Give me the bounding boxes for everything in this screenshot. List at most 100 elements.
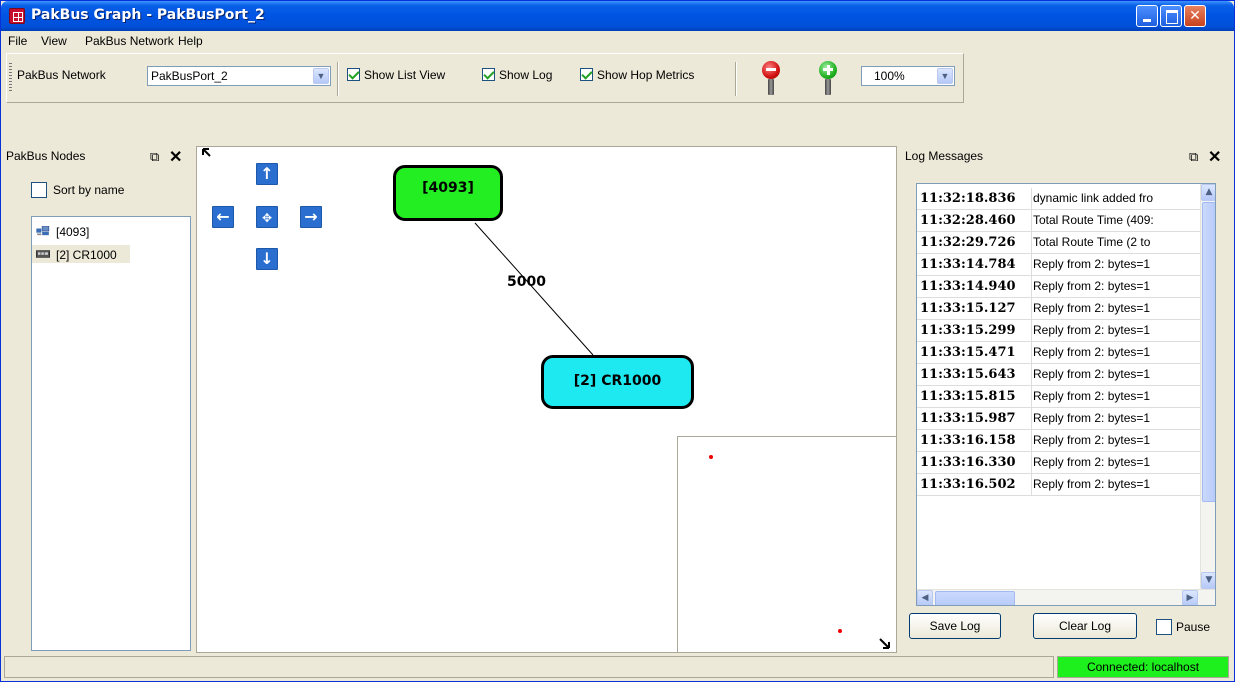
- log-row[interactable]: 11:33:14.784 Reply from 2: bytes=1: [917, 254, 1200, 276]
- menu-pakbus-network[interactable]: PakBus Network: [85, 34, 174, 48]
- log-time: 11:33:15.299: [917, 320, 1032, 342]
- sort-by-name-label: Sort by name: [53, 183, 125, 197]
- scroll-down-icon[interactable]: ▼: [1201, 572, 1215, 589]
- log-row[interactable]: 11:33:15.471 Reply from 2: bytes=1: [917, 342, 1200, 364]
- tree-item-4093[interactable]: [4093]: [32, 222, 112, 240]
- graph-node-4093[interactable]: [4093]: [393, 165, 503, 221]
- log-row[interactable]: 11:32:28.460 Total Route Time (409:: [917, 210, 1200, 232]
- edge-label: 5000: [507, 274, 546, 290]
- zoom-in-button[interactable]: [817, 61, 839, 97]
- log-table[interactable]: 11:32:18.836 dynamic link added fro 11:32:…: [916, 183, 1216, 606]
- overview-node-dot: [709, 455, 713, 459]
- pan-right-button[interactable]: →: [300, 206, 322, 228]
- node-label: [2] CR1000: [573, 373, 662, 389]
- zoom-out-pin-icon: [762, 61, 780, 79]
- log-time: 11:32:28.460: [917, 210, 1032, 232]
- chevron-down-icon[interactable]: ▼: [937, 68, 953, 84]
- pause-label: Pause: [1176, 620, 1211, 634]
- overview-panel[interactable]: [677, 436, 896, 652]
- menu-view[interactable]: View: [41, 34, 67, 48]
- log-row[interactable]: 11:33:16.158 Reply from 2: bytes=1: [917, 430, 1200, 452]
- tree-item-cr1000[interactable]: [2] CR1000: [32, 245, 130, 263]
- title-bar[interactable]: PakBus Graph - PakBusPort_2 ✕: [1, 1, 1234, 31]
- checkbox-box[interactable]: [1156, 619, 1172, 635]
- close-icon[interactable]: ✕: [1208, 147, 1221, 167]
- maximize-icon: [1161, 6, 1181, 26]
- graph-canvas[interactable]: ↑ ← ✥ → ↓ [4093] [2] CR1000 5000: [196, 146, 897, 653]
- graph-node-cr1000[interactable]: [2] CR1000: [541, 355, 694, 409]
- connection-status: Connected: localhost: [1057, 656, 1229, 678]
- log-row[interactable]: 11:33:16.502 Reply from 2: bytes=1: [917, 474, 1200, 496]
- vertical-scrollbar[interactable]: ▲ ▼: [1200, 184, 1215, 589]
- checkbox-box[interactable]: [31, 182, 47, 198]
- pan-up-button[interactable]: ↑: [256, 163, 278, 185]
- close-button[interactable]: ✕: [1184, 5, 1206, 27]
- log-messages-panel: Log Messages ⧉ ✕ 11:32:18.836 dynamic lin…: [899, 146, 1234, 653]
- log-message: Total Route Time (2 to: [1033, 235, 1151, 249]
- log-panel-title: Log Messages: [905, 149, 984, 163]
- log-message: Total Route Time (409:: [1033, 213, 1154, 227]
- checkbox-box[interactable]: [482, 68, 495, 81]
- minimize-button[interactable]: [1136, 5, 1158, 27]
- network-select[interactable]: PakBusPort_2 ▼: [147, 66, 331, 86]
- zoom-select-value: 100%: [874, 69, 905, 83]
- scroll-right-icon[interactable]: ▶: [1182, 590, 1198, 605]
- checkbox-box[interactable]: [347, 68, 360, 81]
- resize-arrow-icon[interactable]: [878, 637, 892, 651]
- zoom-select[interactable]: 100% ▼: [861, 66, 955, 86]
- log-row[interactable]: 11:33:15.127 Reply from 2: bytes=1: [917, 298, 1200, 320]
- log-row[interactable]: 11:33:14.940 Reply from 2: bytes=1: [917, 276, 1200, 298]
- scroll-thumb[interactable]: [1202, 202, 1215, 502]
- save-log-button[interactable]: Save Log: [909, 613, 1001, 639]
- log-row[interactable]: 11:32:29.726 Total Route Time (2 to: [917, 232, 1200, 254]
- log-message: Reply from 2: bytes=1: [1033, 455, 1151, 469]
- log-row[interactable]: 11:33:15.299 Reply from 2: bytes=1: [917, 320, 1200, 342]
- close-icon: ✕: [1189, 8, 1201, 24]
- scroll-thumb[interactable]: [935, 591, 1015, 605]
- log-message: Reply from 2: bytes=1: [1033, 279, 1151, 293]
- log-time: 11:32:18.836: [917, 188, 1032, 210]
- arrow-right-icon: →: [304, 207, 318, 226]
- maximize-button[interactable]: [1160, 5, 1182, 27]
- log-row[interactable]: 11:32:18.836 dynamic link added fro: [917, 188, 1200, 210]
- log-time: 11:33:15.127: [917, 298, 1032, 320]
- nodes-tree[interactable]: [4093] [2] CR1000: [31, 216, 191, 651]
- resize-arrow-icon: [202, 148, 211, 157]
- menu-file[interactable]: File: [8, 34, 27, 48]
- log-row[interactable]: 11:33:15.815 Reply from 2: bytes=1: [917, 386, 1200, 408]
- menu-help[interactable]: Help: [178, 34, 203, 48]
- checkbox-box[interactable]: [580, 68, 593, 81]
- zoom-in-pin-icon: [819, 61, 837, 79]
- log-time: 11:33:15.815: [917, 386, 1032, 408]
- restore-icon[interactable]: ⧉: [150, 149, 159, 165]
- log-time: 11:33:16.330: [917, 452, 1032, 474]
- scroll-up-icon[interactable]: ▲: [1201, 184, 1215, 201]
- toolbar-separator: [735, 62, 737, 96]
- log-message: dynamic link added fro: [1033, 191, 1154, 205]
- center-icon: ✥: [261, 211, 273, 225]
- minimize-icon: [1137, 6, 1157, 26]
- toolbar: PakBus Network PakBusPort_2 ▼ Show List …: [6, 53, 964, 103]
- horizontal-scrollbar[interactable]: ◀ ▶: [917, 589, 1215, 605]
- log-row[interactable]: 11:33:16.330 Reply from 2: bytes=1: [917, 452, 1200, 474]
- scroll-left-icon[interactable]: ◀: [917, 590, 933, 605]
- center-button[interactable]: ✥: [256, 206, 278, 228]
- log-message: Reply from 2: bytes=1: [1033, 301, 1151, 315]
- chevron-down-icon[interactable]: ▼: [313, 68, 329, 84]
- log-row[interactable]: 11:33:15.987 Reply from 2: bytes=1: [917, 408, 1200, 430]
- clear-log-button[interactable]: Clear Log: [1033, 613, 1137, 639]
- datalogger-icon: [36, 250, 50, 258]
- toolbar-gripper[interactable]: [9, 63, 12, 93]
- node-label: [4093]: [422, 180, 474, 196]
- status-message: [4, 656, 1054, 678]
- log-time: 11:33:15.471: [917, 342, 1032, 364]
- window-title: PakBus Graph - PakBusPort_2: [31, 7, 265, 23]
- pan-down-button[interactable]: ↓: [256, 248, 278, 270]
- pan-left-button[interactable]: ←: [212, 206, 234, 228]
- restore-icon[interactable]: ⧉: [1189, 149, 1198, 165]
- log-message: Reply from 2: bytes=1: [1033, 323, 1151, 337]
- zoom-out-button[interactable]: [760, 61, 782, 97]
- log-row[interactable]: 11:33:15.643 Reply from 2: bytes=1: [917, 364, 1200, 386]
- show-hop-metrics-label: Show Hop Metrics: [597, 68, 695, 82]
- close-icon[interactable]: ✕: [169, 147, 182, 167]
